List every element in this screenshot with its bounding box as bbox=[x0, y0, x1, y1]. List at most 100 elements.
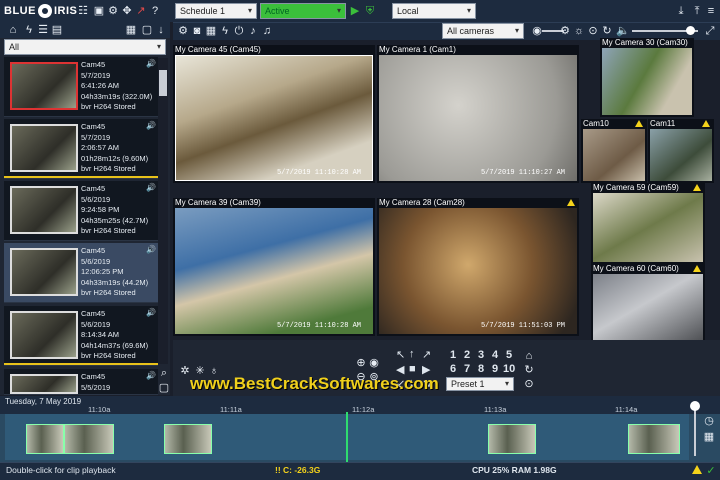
move-icon[interactable]: ✥ bbox=[120, 4, 134, 18]
refresh-icon[interactable]: ↻ bbox=[600, 24, 614, 38]
grid-icon[interactable]: ☷ bbox=[76, 4, 90, 18]
home-icon[interactable]: ⌂ bbox=[522, 349, 536, 363]
camera-tile[interactable]: My Camera 39 (Cam39) 5/7/2019 11:10:28 A… bbox=[173, 198, 375, 336]
camera-tile[interactable]: Cam11 bbox=[648, 119, 714, 183]
warning-icon bbox=[693, 184, 701, 191]
timeline-clip[interactable] bbox=[64, 424, 114, 454]
camera-tile[interactable]: My Camera 60 (Cam60) bbox=[591, 264, 705, 345]
film-icon[interactable]: ▦ bbox=[204, 24, 218, 38]
volume-icon[interactable]: 🔈 bbox=[616, 24, 630, 38]
flash-icon[interactable]: ϟ bbox=[218, 24, 232, 38]
ptz-up-left-icon[interactable]: ↖ bbox=[396, 348, 405, 361]
camera-tile[interactable]: My Camera 28 (Cam28) 5/7/2019 11:51:03 P… bbox=[377, 198, 579, 336]
location-icon[interactable]: ⊙ bbox=[586, 24, 600, 38]
camera-tile[interactable]: My Camera 1 (Cam1) 5/7/2019 11:10:27 AM bbox=[377, 45, 579, 183]
preset-button-10[interactable]: 10 bbox=[503, 363, 515, 375]
zoom-in-icon[interactable]: ⊕ bbox=[354, 356, 368, 370]
chart-icon[interactable]: ↗ bbox=[134, 4, 148, 18]
preset-button-6[interactable]: 6 bbox=[450, 363, 456, 375]
help-icon[interactable]: ? bbox=[148, 4, 162, 18]
refresh-icon[interactable]: ↻ bbox=[522, 363, 536, 377]
sun-icon[interactable]: ☼ bbox=[572, 24, 586, 38]
preset-button-5[interactable]: 5 bbox=[506, 349, 512, 361]
clip-list-scrollbar[interactable] bbox=[158, 58, 168, 364]
clip-time: 9:24:58 PM bbox=[81, 205, 120, 214]
clip-item[interactable]: Cam45 5/6/2019 9:24:58 PM 04h35m25s (42.… bbox=[4, 181, 158, 241]
timeline-clip[interactable] bbox=[164, 424, 212, 454]
ptz-up-right-icon[interactable]: ↗ bbox=[422, 348, 431, 361]
camera-tile[interactable]: My Camera 59 (Cam59) bbox=[591, 183, 705, 264]
status-select[interactable]: Active ▾ bbox=[260, 3, 346, 19]
clip-item[interactable]: Cam45 5/6/2019 8:14:34 AM 04h14m37s (69.… bbox=[4, 306, 158, 366]
speaker-icon[interactable]: ♪ bbox=[246, 24, 260, 38]
download-icon[interactable]: ⤓ bbox=[674, 4, 688, 18]
profile-select[interactable]: Local ▾ bbox=[392, 3, 476, 19]
clip-item[interactable]: Cam45 5/5/2019 🔊 bbox=[4, 369, 158, 395]
calendar-icon[interactable]: ▦ bbox=[702, 430, 716, 444]
camera-tile[interactable]: My Camera 30 (Cam30) bbox=[600, 38, 694, 117]
gear-icon[interactable]: ⚙ bbox=[176, 24, 190, 38]
play-icon[interactable]: ▶ bbox=[348, 4, 362, 18]
timeline-zoom-handle[interactable] bbox=[690, 401, 700, 411]
eye-icon[interactable]: ◉ bbox=[367, 356, 381, 370]
camera-video bbox=[175, 208, 373, 334]
preset-button-8[interactable]: 8 bbox=[478, 363, 484, 375]
flash-icon[interactable]: ϟ bbox=[22, 23, 36, 37]
clip-filter-select[interactable]: All ▾ bbox=[4, 39, 166, 55]
timeline-tick: 11:12a bbox=[352, 405, 375, 414]
timeline-clip[interactable] bbox=[488, 424, 536, 454]
camera-tile[interactable]: Cam10 bbox=[581, 119, 647, 183]
warning-icon[interactable] bbox=[692, 465, 702, 474]
clip-item[interactable]: Cam45 5/7/2019 2:06:57 AM 01h28m12s (9.6… bbox=[4, 119, 158, 179]
speaker-icon: 🔊 bbox=[146, 59, 156, 68]
preset-button-1[interactable]: 1 bbox=[450, 349, 456, 361]
chevron-down-icon: ▾ bbox=[156, 42, 161, 51]
list-icon[interactable]: ☰ bbox=[36, 23, 50, 37]
camera-title: My Camera 60 (Cam60) bbox=[593, 264, 679, 273]
preset-button-7[interactable]: 7 bbox=[464, 363, 470, 375]
camera-video bbox=[175, 55, 373, 181]
folder-icon[interactable]: ⌂ bbox=[6, 23, 20, 37]
timeline-date: Tuesday, 7 May 2019 bbox=[5, 397, 82, 406]
mic-icon[interactable]: ♫ bbox=[260, 24, 274, 38]
fullscreen-icon[interactable]: ⤢ bbox=[703, 24, 717, 38]
ptz-up-icon[interactable]: ↑ bbox=[409, 348, 415, 360]
preset-button-4[interactable]: 4 bbox=[492, 349, 498, 361]
arrow-down-icon[interactable]: ↓ bbox=[154, 23, 168, 37]
status-ok-icon[interactable]: ✓ bbox=[704, 464, 718, 478]
upload-icon[interactable]: ⤒ bbox=[690, 4, 704, 18]
camera-group-select[interactable]: All cameras ▾ bbox=[442, 23, 524, 39]
clip-thumbnail bbox=[10, 374, 78, 394]
clip-date: 5/6/2019 bbox=[81, 256, 111, 266]
lock-icon[interactable]: ▢ bbox=[140, 23, 154, 37]
preset-button-3[interactable]: 3 bbox=[478, 349, 484, 361]
timeline-clip[interactable] bbox=[628, 424, 680, 454]
volume-slider-handle[interactable] bbox=[686, 26, 695, 35]
camera-timestamp: 5/7/2019 11:51:03 PM bbox=[480, 322, 565, 330]
warning-icon bbox=[635, 120, 643, 127]
clock-icon[interactable]: ◷ bbox=[702, 414, 716, 428]
save-icon[interactable]: ▤ bbox=[50, 23, 64, 37]
lock-icon[interactable]: ▢ bbox=[157, 381, 171, 395]
clip-thumbnail bbox=[10, 311, 78, 359]
timeline-clip[interactable] bbox=[26, 424, 64, 454]
scrollbar-thumb[interactable] bbox=[159, 70, 167, 96]
shield-icon[interactable]: ⛨ bbox=[363, 4, 377, 18]
preset-button-2[interactable]: 2 bbox=[464, 349, 470, 361]
menu-icon[interactable]: ≡ bbox=[704, 4, 718, 18]
preset-select[interactable]: Preset 1 ▾ bbox=[446, 377, 514, 391]
gear-icon[interactable]: ⚙ bbox=[106, 4, 120, 18]
power-icon[interactable]: ⏻ bbox=[232, 24, 246, 38]
calendar-icon[interactable]: ▦ bbox=[124, 23, 138, 37]
clip-item[interactable]: Cam45 5/7/2019 6:41:26 AM 04h33m19s (322… bbox=[4, 57, 158, 117]
camera-icon[interactable]: ◙ bbox=[190, 24, 204, 38]
preset-button-9[interactable]: 9 bbox=[492, 363, 498, 375]
gear-icon[interactable]: ⚙ bbox=[558, 24, 572, 38]
schedule-select[interactable]: Schedule 1 ▾ bbox=[175, 3, 257, 19]
camera-tile[interactable]: My Camera 45 (Cam45) 5/7/2019 11:10:28 A… bbox=[173, 45, 375, 183]
timeline-playhead[interactable] bbox=[346, 412, 348, 462]
clip-item[interactable]: Cam45 5/6/2019 12:06:25 PM 04h33m19s (44… bbox=[4, 243, 158, 303]
clip-icon[interactable]: ▣ bbox=[92, 4, 106, 18]
location-icon[interactable]: ⊙ bbox=[522, 377, 536, 391]
search-icon[interactable]: ⌕ bbox=[157, 366, 171, 380]
